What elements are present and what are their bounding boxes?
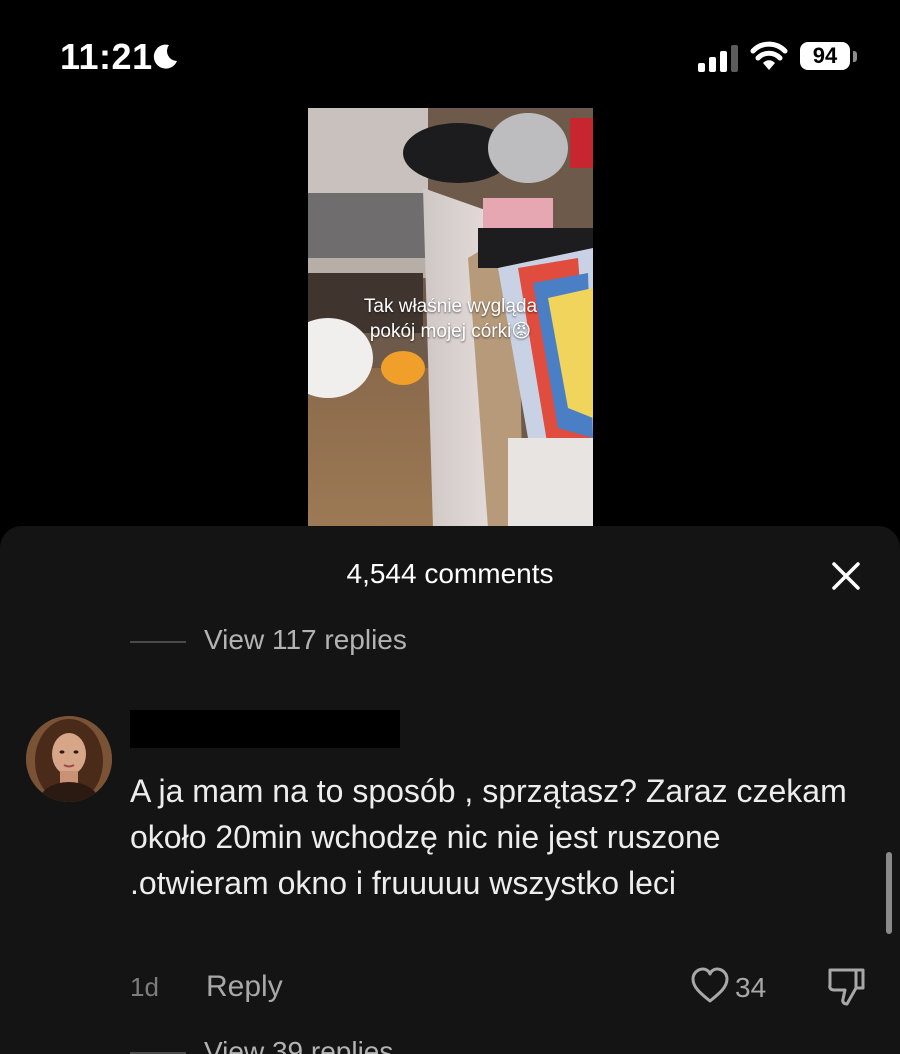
comments-count-title: 4,544 comments [346,558,554,589]
battery-percent: 94 [800,42,850,70]
view-replies-button-top[interactable]: View 117 replies [204,624,407,656]
avatar[interactable] [26,716,112,802]
username-redacted[interactable] [130,710,400,748]
reply-button[interactable]: Reply [206,970,283,1004]
status-bar: 11:21 94 [0,0,900,110]
view-replies-button-bottom[interactable]: View 39 replies [204,1036,393,1054]
avatar-image [26,716,112,802]
like-count: 34 [735,972,767,1003]
video-caption-line-2: pokój mojej córki😡 [369,321,532,342]
heart-icon[interactable] [690,966,730,1006]
moon-icon [153,44,177,69]
wifi-icon [750,41,788,70]
video-caption-line-1: Tak właśnie wygląda [363,296,538,317]
battery-tip [853,51,857,62]
comment-age: 1d [130,972,159,1002]
status-time: 11:21 [60,36,153,77]
close-icon[interactable] [826,556,866,596]
battery-icon: 94 [800,42,857,72]
screen: 11:21 94 Tak właśnie wygląda pokój mojej… [0,0,900,1054]
signal-icon [698,45,738,72]
video-thumbnail[interactable]: Tak właśnie wygląda pokój mojej córki😡 [308,108,593,528]
replies-divider-line [130,641,186,643]
thumbs-down-icon[interactable] [826,966,866,1008]
video-caption: Tak właśnie wygląda pokój mojej córki😡 [308,294,593,344]
scrollbar[interactable] [886,852,892,934]
comment-text: A ja mam na to sposób , sprzątasz? Zaraz… [130,773,847,901]
comments-sheet: 4,544 comments View 117 replies A ja mam… [0,526,900,1054]
